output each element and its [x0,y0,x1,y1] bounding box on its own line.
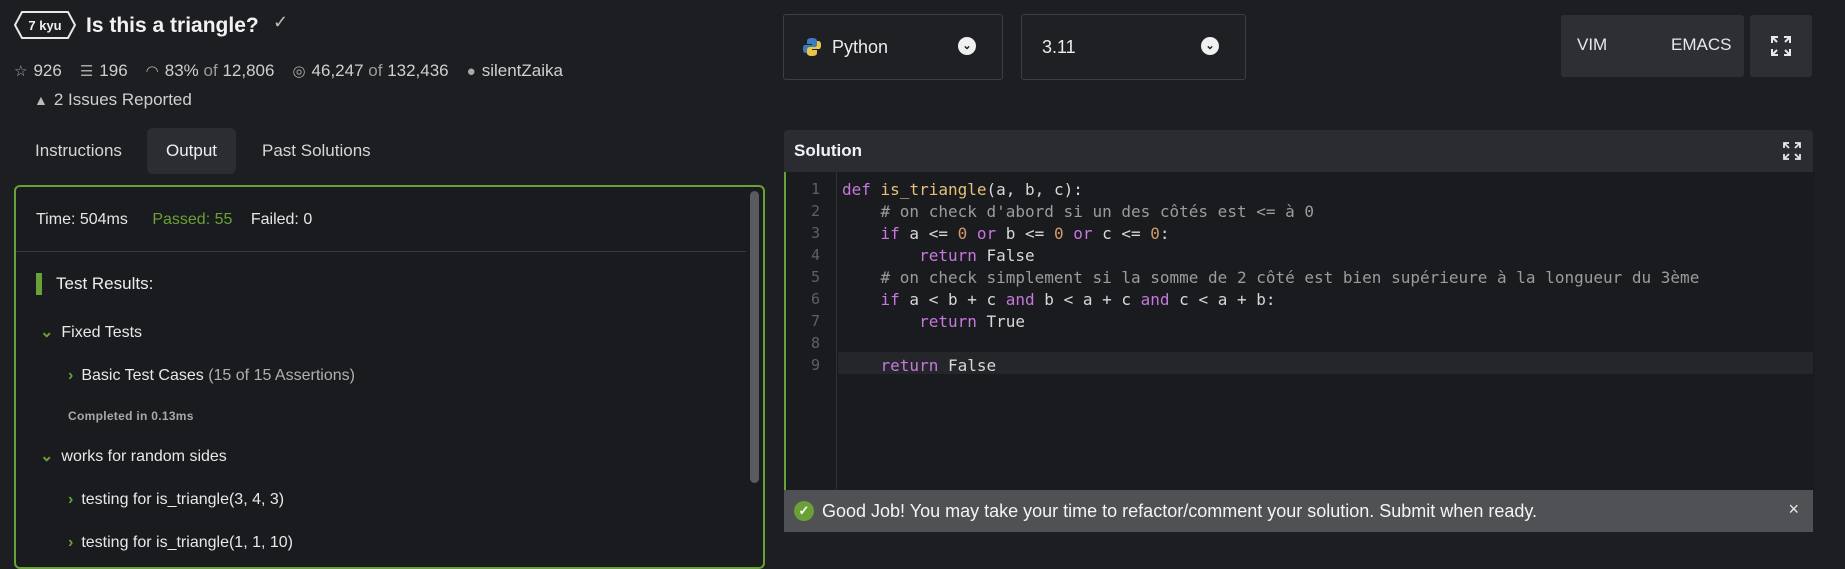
line-number: 3 [810,224,820,242]
check-circle-icon: ✓ [794,501,814,521]
kata-stats: ☆ 926 ☰ 196 ◠ 83% of 12,806 ◎ 46,247 of 132,… [14,61,581,81]
group-basic-test-cases[interactable]: › Basic Test Cases (15 of 15 Assertions) [68,367,355,385]
author-stat[interactable]: ● silentZaika [467,61,563,81]
checkmark-icon: ✓ [273,12,289,32]
time-text: Time: 504ms [36,211,128,228]
banner-message: Good Job! You may take your time to refa… [822,501,1538,521]
code-line-3: if a <= 0 or b <= 0 or c <= 0: [880,224,1170,243]
success-banner: ✓ Good Job! You may take your time to re… [784,490,1813,532]
assertion-count: (15 of 15 Assertions) [208,367,355,384]
emacs-button[interactable]: EMACS [1671,35,1731,55]
version-value: 3.11 [1042,37,1076,57]
rank-text: 7 kyu [28,18,61,33]
code-line-2: # on check d'abord si un des côtés est <… [880,202,1315,221]
chevron-right-icon: › [68,491,74,508]
test-summary: Time: 504ms Passed: 55 Failed: 0 [36,211,312,229]
vim-button[interactable]: VIM [1577,35,1607,55]
test-label: testing for is_triangle(1, 1, 10) [81,534,293,551]
collections-stat[interactable]: ☰ 196 [80,61,128,81]
expand-icon [1771,36,1791,56]
results-title: Test Results: [56,274,154,293]
line-number: 6 [810,290,820,308]
editor-mode-group: VIM EMACS [1561,15,1744,77]
star-icon: ☆ [14,63,28,80]
kata-title: Is this a triangle? [86,14,259,37]
rank-badge: 7 kyu [14,11,76,39]
summary-divider [16,251,746,252]
completed-stat: ◎ 46,247 of 132,436 [292,61,448,81]
issues-link[interactable]: ▲ 2 Issues Reported [34,90,192,110]
satisfaction-total: 12,806 [222,61,275,80]
chevron-down-icon: ⌄ [1201,37,1219,55]
tab-output[interactable]: Output [147,128,237,174]
code-line-7: return True [919,312,1026,331]
expand-icon[interactable] [1783,142,1801,160]
fullscreen-button[interactable] [1750,15,1812,77]
target-icon: ◎ [292,63,306,80]
output-scrollbar[interactable] [750,191,759,483]
close-icon[interactable]: × [1788,499,1799,520]
rainbow-icon: ◠ [145,63,159,80]
satisfaction-stat: ◠ 83% of 12,806 [146,61,275,81]
author-name: silentZaika [481,61,563,80]
solution-header: Solution [784,130,1813,172]
completed-total: 132,436 [387,61,449,80]
language-value: Python [832,37,889,57]
line-number: 5 [810,268,820,286]
stars-stat[interactable]: ☆ 926 [14,61,62,81]
collections-count: 196 [99,61,128,80]
results-accent-bar [36,273,42,295]
code-line-6: if a < b + c and b < a + c and c < a + b… [880,290,1276,309]
output-panel: Time: 504ms Passed: 55 Failed: 0 Test Re… [14,185,765,569]
group-random-sides[interactable]: ⌄ works for random sides [40,446,227,466]
issues-text: 2 Issues Reported [53,90,192,109]
test-case-1[interactable]: › testing for is_triangle(3, 4, 3) [68,491,284,509]
completed-count: 46,247 [311,61,364,80]
line-number: 2 [810,202,820,220]
group-label: works for random sides [61,448,227,465]
group-label: Fixed Tests [61,324,143,341]
code-editor[interactable]: 1 2 3 4 5 6 7 8 9 def is_triangle(a, b, … [784,172,1815,492]
tab-instructions[interactable]: Instructions [16,128,141,174]
stars-count: 926 [33,61,62,80]
language-select[interactable]: Python ⌄ [783,14,1003,80]
completed-time: Completed in 0.13ms [68,409,194,423]
python-icon [803,38,821,56]
version-select[interactable]: 3.11 ⌄ [1021,14,1246,80]
user-icon: ● [466,62,476,80]
code-line-4: return False [919,246,1035,265]
passed-text: Passed: 55 [152,211,233,228]
test-case-2[interactable]: › testing for is_triangle(1, 1, 10) [68,534,293,552]
code-line-1: def is_triangle(a, b, c): [842,180,1083,199]
line-number: 9 [810,356,820,374]
group-fixed-tests[interactable]: ⌄ Fixed Tests [40,322,142,342]
code-line-5: # on check simplement si la somme de 2 c… [880,268,1700,287]
line-gutter: 1 2 3 4 5 6 7 8 9 [786,172,837,492]
tab-past-solutions[interactable]: Past Solutions [243,128,390,174]
completed-of: of [368,61,383,80]
code-line-9: return False [880,356,997,375]
line-number: 4 [810,246,820,264]
chevron-right-icon: › [68,367,74,384]
solution-title: Solution [794,141,862,160]
satisfaction-of: of [203,61,218,80]
line-number: 7 [810,312,820,330]
chevron-right-icon: › [68,534,74,551]
line-number: 8 [810,334,820,352]
group-label: Basic Test Cases [81,367,204,384]
satisfaction-percent: 83% [164,61,199,80]
chevron-down-icon: ⌄ [40,448,54,465]
layers-icon: ☰ [79,63,94,80]
warning-icon: ▲ [34,92,48,108]
chevron-down-icon: ⌄ [958,37,976,55]
chevron-down-icon: ⌄ [40,324,54,341]
test-label: testing for is_triangle(3, 4, 3) [81,491,285,508]
line-number: 1 [810,180,820,198]
failed-text: Failed: 0 [250,211,313,228]
